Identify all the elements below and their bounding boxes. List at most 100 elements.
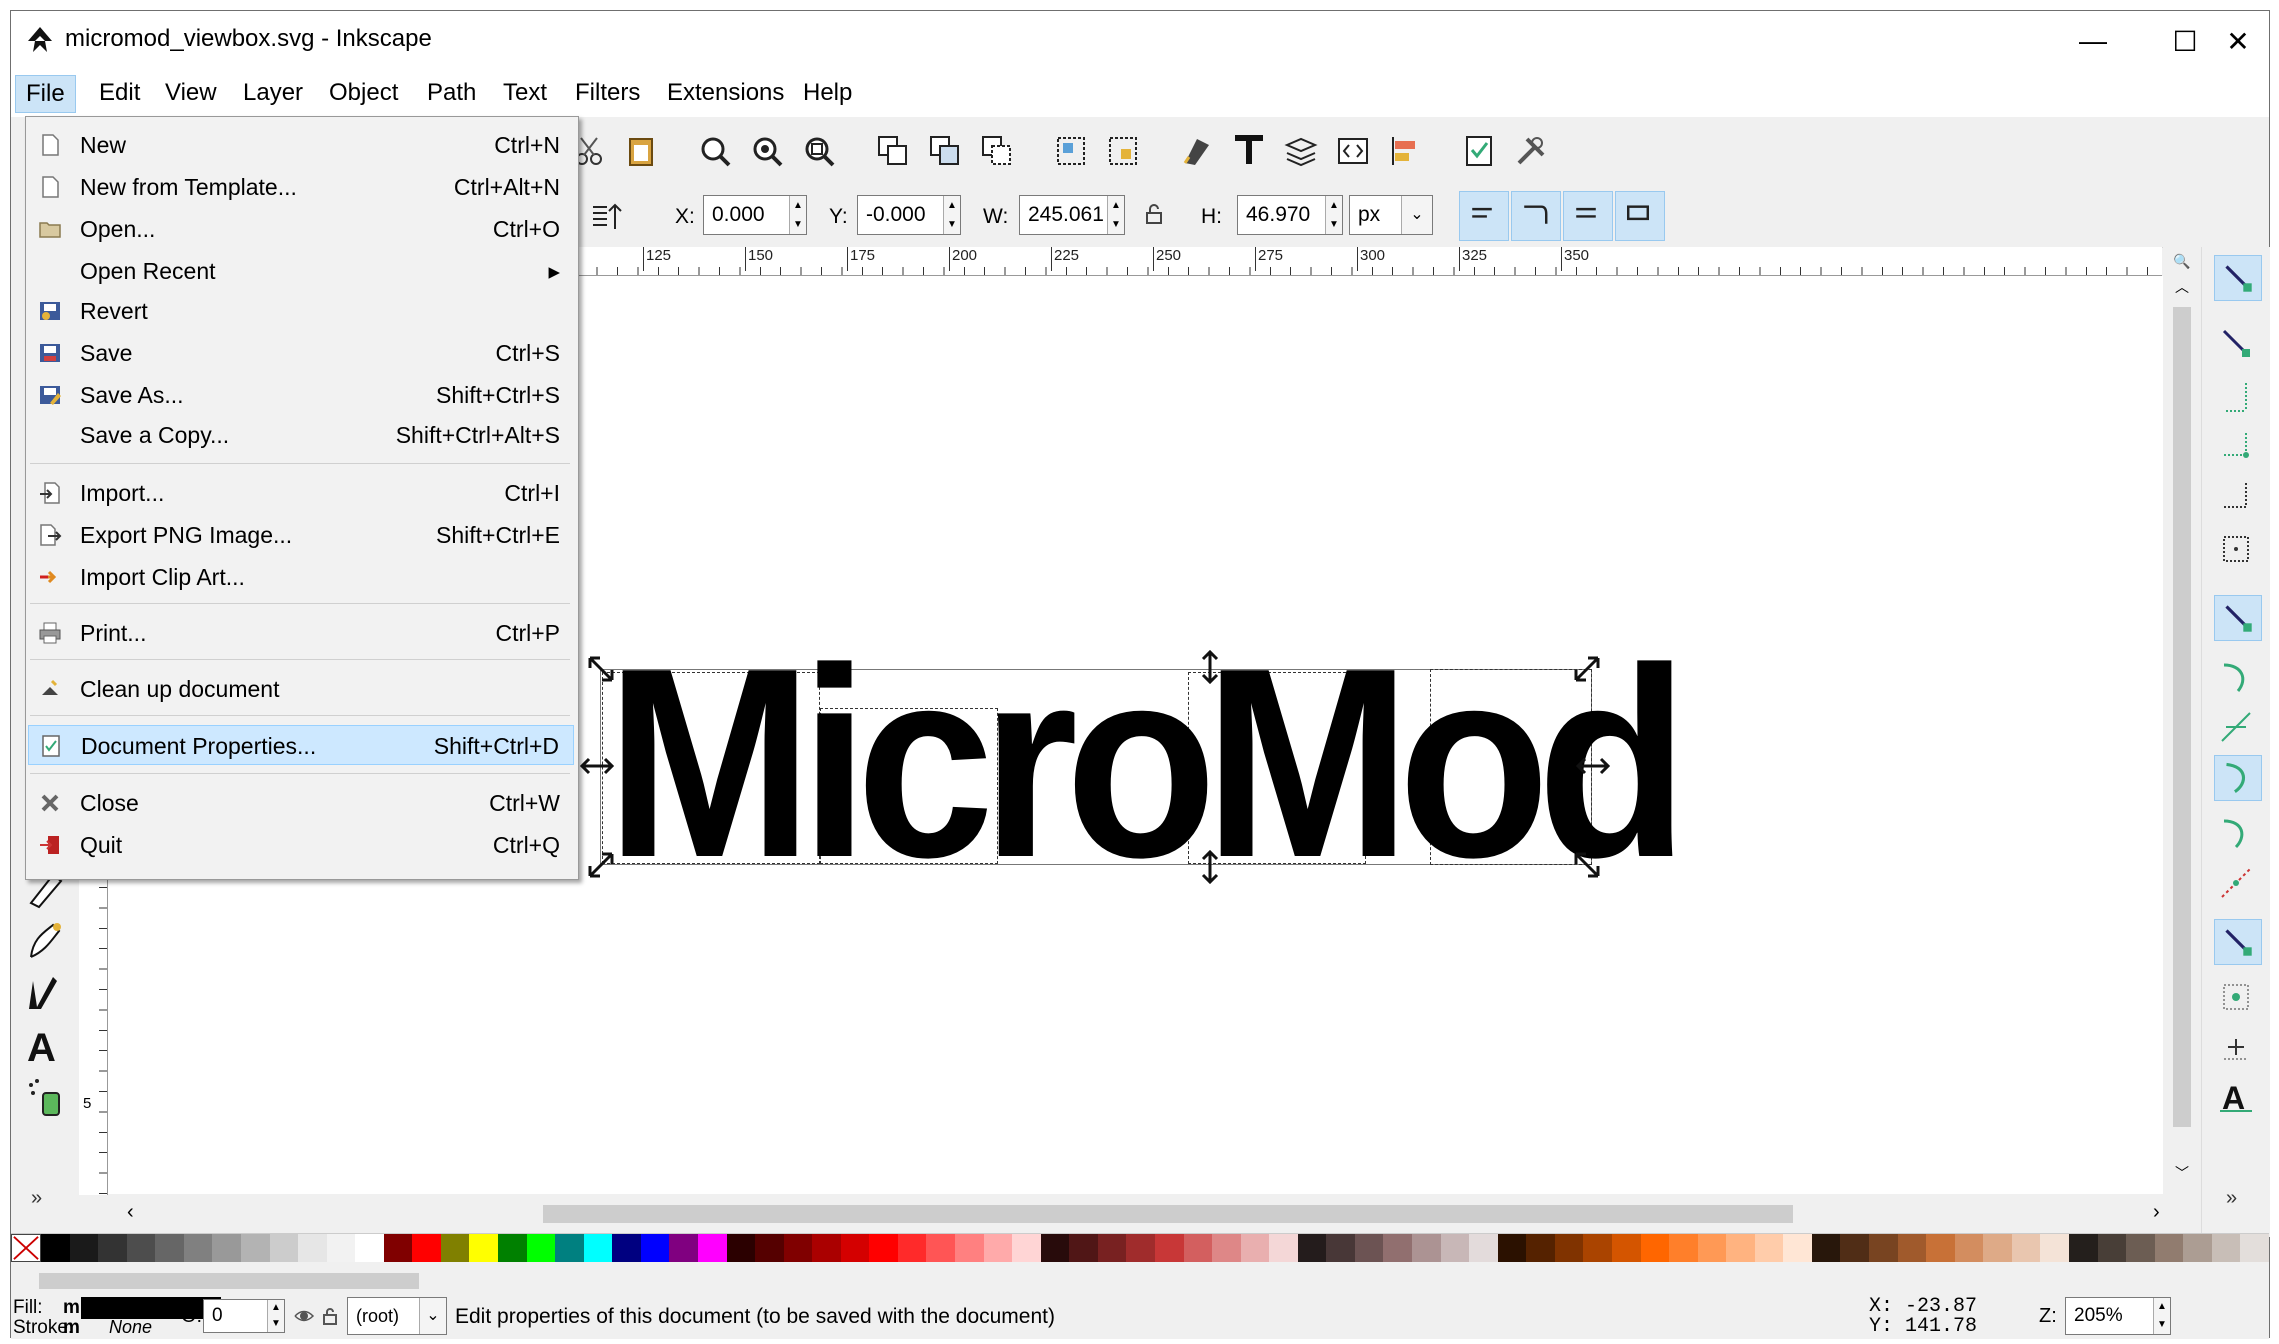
color-swatch[interactable] (2040, 1234, 2069, 1262)
color-swatch[interactable] (240, 1234, 270, 1262)
minimize-button[interactable]: — (2047, 11, 2139, 71)
color-swatch[interactable] (2097, 1234, 2127, 1262)
color-swatch[interactable] (1811, 1234, 1841, 1262)
color-swatch[interactable] (555, 1234, 584, 1262)
color-swatch[interactable] (1754, 1234, 1784, 1262)
stroke-none-text[interactable]: None (109, 1317, 152, 1338)
color-swatch[interactable] (1897, 1234, 1927, 1262)
zoom-drawing-icon[interactable] (749, 133, 785, 169)
color-swatch[interactable] (1583, 1234, 1612, 1262)
color-swatch[interactable] (1954, 1234, 1984, 1262)
w-input[interactable]: 245.061 ▲ ▼ (1019, 195, 1125, 235)
color-swatch[interactable] (183, 1234, 213, 1262)
menu-item-close[interactable]: Close Ctrl+W (28, 783, 574, 823)
paste-icon[interactable] (623, 133, 659, 169)
color-swatch[interactable] (326, 1234, 356, 1262)
color-swatch[interactable] (1126, 1234, 1155, 1262)
color-swatch[interactable] (1640, 1234, 1670, 1262)
color-swatch[interactable] (1240, 1234, 1270, 1262)
x-spin-arrows[interactable]: ▲ ▼ (789, 196, 806, 234)
color-swatch[interactable] (1783, 1234, 1812, 1262)
opacity-input[interactable]: 0 ▲ ▼ (203, 1299, 285, 1333)
color-swatch[interactable] (955, 1234, 984, 1262)
menu-extensions[interactable]: Extensions (657, 75, 794, 111)
color-swatch[interactable] (2068, 1234, 2098, 1262)
color-swatch[interactable] (126, 1234, 156, 1262)
snap-nodes-toggle[interactable] (2214, 595, 2262, 641)
menu-item-quit[interactable]: Quit Ctrl+Q (28, 825, 574, 865)
color-swatch[interactable] (1726, 1234, 1755, 1262)
y-spin-arrows[interactable]: ▲ ▼ (943, 196, 960, 234)
lock-ratio-icon[interactable] (1141, 201, 1167, 227)
color-swatch[interactable] (1297, 1234, 1327, 1262)
menu-view[interactable]: View (155, 75, 227, 111)
color-swatch[interactable] (1983, 1234, 2012, 1262)
scroll-right-icon[interactable]: › (2153, 1201, 2160, 1224)
snap-cusp-toggle[interactable] (2214, 755, 2262, 801)
h-spin-arrows[interactable]: ▲ ▼ (1325, 196, 1342, 234)
color-swatch[interactable] (1326, 1234, 1355, 1262)
color-swatch[interactable] (1212, 1234, 1241, 1262)
color-swatch[interactable] (69, 1234, 99, 1262)
color-swatch[interactable] (155, 1234, 184, 1262)
color-swatch[interactable] (1069, 1234, 1098, 1262)
color-swatch[interactable] (697, 1234, 727, 1262)
color-swatch[interactable] (2154, 1234, 2184, 1262)
color-swatch[interactable] (98, 1234, 127, 1262)
color-swatch[interactable] (1097, 1234, 1127, 1262)
color-swatch[interactable] (526, 1234, 556, 1262)
color-swatch[interactable] (498, 1234, 527, 1262)
color-swatch[interactable] (412, 1234, 441, 1262)
color-swatch[interactable] (869, 1234, 898, 1262)
xml-editor-icon[interactable] (1335, 133, 1371, 169)
unlink-clone-icon[interactable] (979, 133, 1015, 169)
menu-item-save[interactable]: Save Ctrl+S (28, 333, 574, 373)
snap-bbox-midpoint-icon[interactable] (2216, 477, 2256, 517)
scale-handle-icon[interactable] (1576, 756, 1610, 776)
chevron-down-icon[interactable]: ⌄ (419, 1298, 446, 1334)
color-swatch[interactable] (2011, 1234, 2041, 1262)
color-swatch[interactable] (1354, 1234, 1384, 1262)
color-swatch[interactable] (1611, 1234, 1641, 1262)
color-swatch[interactable] (1497, 1234, 1527, 1262)
color-swatch[interactable] (1440, 1234, 1470, 1262)
scroll-down-icon[interactable]: ﹀ (2175, 1163, 2189, 1183)
color-swatch[interactable] (583, 1234, 613, 1262)
scale-handle-icon[interactable] (586, 850, 616, 880)
color-swatch[interactable] (269, 1234, 299, 1262)
no-paint-swatch[interactable] (11, 1234, 41, 1262)
menu-item-revert[interactable]: Revert (28, 291, 574, 331)
document-properties-icon[interactable] (1461, 133, 1497, 169)
snap-others-toggle[interactable] (2214, 919, 2262, 965)
color-swatch[interactable] (383, 1234, 413, 1262)
color-swatch[interactable] (2183, 1234, 2212, 1262)
color-swatch[interactable] (355, 1234, 384, 1262)
scale-handle-icon[interactable] (586, 654, 616, 684)
preferences-icon[interactable] (1513, 133, 1549, 169)
vertical-scrollbar[interactable]: 🔍 ︿ ﹀ (2163, 247, 2201, 1195)
color-swatch[interactable] (926, 1234, 955, 1262)
layer-visibility-icon[interactable] (293, 1305, 315, 1327)
scale-handle-icon[interactable] (1572, 850, 1602, 880)
vertical-scroll-thumb[interactable] (2173, 307, 2191, 1127)
zoom-corner-icon[interactable]: 🔍 (2173, 253, 2190, 270)
text-tool-icon[interactable]: A (23, 1023, 67, 1067)
menu-item-export-png[interactable]: Export PNG Image... Shift+Ctrl+E (28, 515, 574, 555)
color-swatch[interactable] (1412, 1234, 1441, 1262)
color-swatch[interactable] (1554, 1234, 1584, 1262)
snap-toggle-button[interactable] (2214, 255, 2262, 301)
palette-scrollbar[interactable] (11, 1267, 2269, 1295)
snap-bbox-center-icon[interactable] (2216, 529, 2256, 569)
color-swatch[interactable] (1469, 1234, 1498, 1262)
menu-item-import-clip-art[interactable]: Import Clip Art... (28, 557, 574, 597)
zoom-input[interactable]: 205% ▲ ▼ (2065, 1297, 2171, 1335)
color-swatch[interactable] (1840, 1234, 1869, 1262)
w-spin-arrows[interactable]: ▲ ▼ (1107, 196, 1124, 234)
snap-paths-icon[interactable] (2216, 657, 2256, 697)
color-swatch[interactable] (1154, 1234, 1184, 1262)
micromod-text[interactable]: MicroMod (606, 614, 1689, 914)
color-swatch[interactable] (1869, 1234, 1898, 1262)
scroll-left-icon[interactable]: ‹ (127, 1201, 134, 1224)
color-swatch[interactable] (812, 1234, 841, 1262)
scale-stroke-toggle[interactable] (1459, 191, 1509, 241)
